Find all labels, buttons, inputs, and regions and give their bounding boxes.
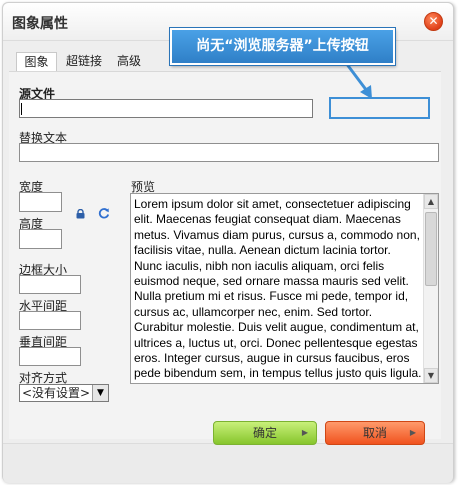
arrow-right-icon: ▶: [301, 428, 308, 437]
align-select[interactable]: <没有设置> ▼: [19, 384, 109, 402]
cancel-button-label: 取消: [362, 426, 387, 440]
arrow-right-icon: ▶: [409, 428, 416, 437]
lock-icon[interactable]: [76, 209, 85, 219]
scrollbar-thumb[interactable]: [425, 212, 437, 286]
preview-frame: Lorem ipsum dolor sit amet, consectetuer…: [130, 193, 439, 384]
scroll-down-icon[interactable]: ▼: [424, 368, 438, 383]
scroll-up-icon[interactable]: ▲: [424, 194, 438, 209]
text-caret: [21, 103, 22, 115]
alt-text-input[interactable]: [19, 143, 439, 162]
preview-text: Lorem ipsum dolor sit amet, consectetuer…: [134, 197, 422, 381]
width-input[interactable]: [19, 192, 62, 212]
dialog-title: 图象属性: [12, 16, 68, 32]
tab-advanced[interactable]: 高级: [112, 52, 146, 72]
border-size-input[interactable]: [19, 275, 81, 294]
cancel-button[interactable]: 取消 ▶: [325, 421, 425, 445]
tab-image[interactable]: 图象: [16, 52, 57, 72]
source-file-input[interactable]: [19, 99, 313, 118]
annotation-arrow-icon: [344, 62, 372, 99]
vspace-input[interactable]: [19, 347, 81, 366]
ok-button[interactable]: 确定 ▶: [213, 421, 317, 445]
dialog-footer: [3, 443, 453, 483]
align-select-value: <没有设置>: [22, 386, 91, 400]
refresh-icon[interactable]: [98, 207, 110, 219]
height-input[interactable]: [19, 229, 62, 249]
preview-scrollbar[interactable]: ▲ ▼: [423, 194, 438, 383]
hspace-input[interactable]: [19, 311, 81, 330]
tab-hyperlink[interactable]: 超链接: [62, 52, 106, 72]
annotation-callout: 尚无“浏览服务器”上传按钮: [169, 27, 396, 66]
close-icon[interactable]: ✕: [424, 12, 443, 31]
chevron-down-icon[interactable]: ▼: [92, 385, 108, 401]
ok-button-label: 确定: [252, 426, 277, 440]
